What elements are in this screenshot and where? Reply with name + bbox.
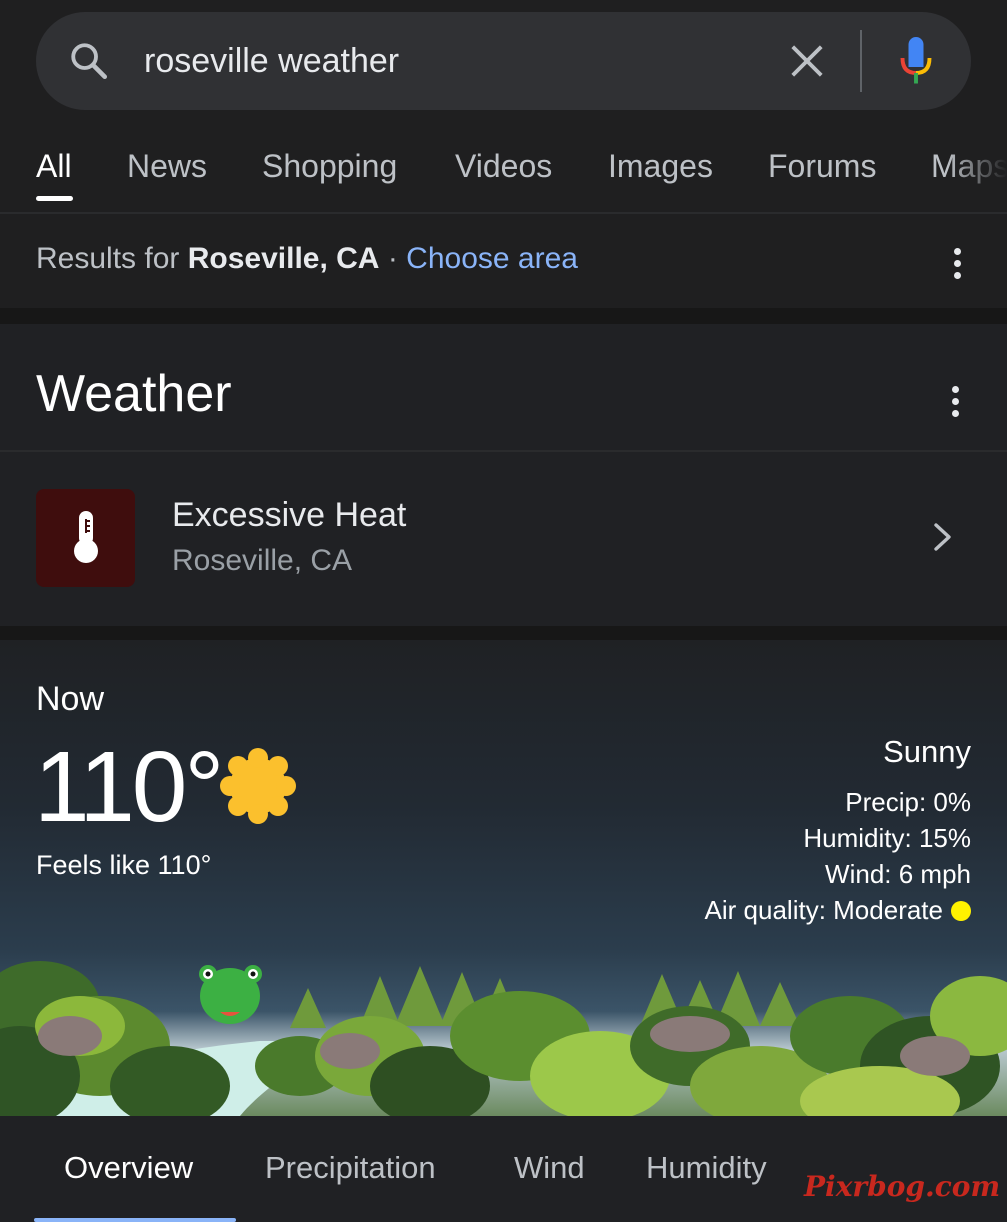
alert-title[interactable]: Excessive Heat	[172, 496, 406, 535]
precip-text: Precip: 0%	[845, 787, 971, 817]
more-options-icon[interactable]	[952, 248, 962, 282]
tab-humidity[interactable]: Humidity	[646, 1150, 767, 1186]
tab-news[interactable]: News	[127, 148, 207, 185]
conditions-details: Sunny Precip: 0% Humidity: 15% Wind: 6 m…	[705, 734, 971, 928]
landscape-illustration	[0, 961, 1007, 1116]
results-location-row: Results for Roseville, CA · Choose area	[0, 216, 1007, 308]
weather-more-icon[interactable]	[950, 386, 960, 420]
weather-divider	[0, 450, 1007, 452]
thermometer-icon	[74, 511, 98, 563]
weather-tabs: Overview Precipitation Wind Humidity Pix…	[0, 1116, 1007, 1222]
weather-card: Weather Excessive Heat Roseville, CA	[0, 324, 1007, 626]
results-location-text: Results for Roseville, CA · Choose area	[36, 242, 578, 276]
choose-area-link[interactable]: Choose area	[406, 242, 578, 275]
search-input[interactable]: roseville weather	[144, 36, 399, 86]
tab-shopping[interactable]: Shopping	[262, 148, 397, 185]
section-separator	[0, 308, 1007, 324]
search-bar[interactable]: roseville weather	[36, 12, 971, 110]
active-weather-tab-indicator	[34, 1218, 236, 1222]
humidity-text: Humidity: 15%	[803, 823, 971, 853]
tab-images[interactable]: Images	[608, 148, 713, 185]
sun-icon	[220, 748, 296, 824]
tab-forums[interactable]: Forums	[768, 148, 876, 185]
results-prefix: Results for	[36, 242, 180, 275]
search-divider	[860, 30, 862, 92]
heat-alert-badge[interactable]	[36, 489, 135, 587]
wind-text: Wind: 6 mph	[825, 859, 971, 889]
condition-text: Sunny	[883, 734, 971, 769]
results-location: Roseville, CA	[187, 242, 380, 275]
watermark: Pixrbog.com	[804, 1170, 1001, 1203]
tab-all[interactable]: All	[36, 148, 72, 185]
tab-wind[interactable]: Wind	[514, 1150, 585, 1186]
now-label: Now	[36, 680, 105, 718]
chevron-right-icon[interactable]	[930, 520, 956, 554]
active-tab-indicator	[36, 196, 73, 201]
results-separator: ·	[387, 242, 398, 275]
alert-location: Roseville, CA	[172, 544, 353, 577]
mic-icon[interactable]	[898, 34, 934, 88]
section-separator-2	[0, 626, 1007, 640]
weather-title: Weather	[36, 365, 232, 423]
tabs-fade	[947, 130, 1007, 210]
search-icon[interactable]	[68, 40, 110, 82]
frog-mascot	[199, 965, 262, 1024]
close-icon[interactable]	[788, 42, 826, 80]
tab-precipitation[interactable]: Precipitation	[265, 1150, 436, 1186]
current-conditions-panel: Now 110° Feels like 110° Sunny Precip: 0…	[0, 640, 1007, 1116]
tab-overview[interactable]: Overview	[64, 1150, 193, 1186]
search-tabs: All News Shopping Videos Images Forums M…	[0, 130, 1007, 214]
tab-videos[interactable]: Videos	[455, 148, 552, 185]
current-temperature: 110°	[34, 731, 224, 843]
feels-like: Feels like 110°	[36, 850, 212, 880]
